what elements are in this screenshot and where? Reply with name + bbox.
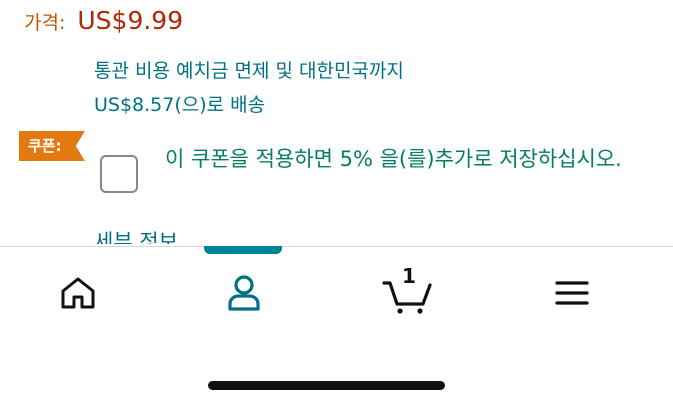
coupon-badge: 쿠폰:	[19, 131, 85, 161]
coupon-text[interactable]: 이 쿠폰을 적용하면 5% 을(를)추가로 저장하십시오.	[165, 141, 635, 177]
menu-icon	[555, 281, 589, 305]
price-value: US$9.99	[77, 6, 184, 35]
price-row: 가격: US$9.99	[24, 6, 183, 35]
tab-cart[interactable]: 1	[378, 264, 438, 318]
coupon-checkbox[interactable]	[100, 155, 138, 193]
tab-profile[interactable]	[214, 268, 274, 318]
active-tab-indicator	[204, 246, 282, 254]
home-indicator[interactable]	[208, 381, 445, 390]
user-icon	[228, 275, 260, 311]
details-link[interactable]: 세부 정보	[94, 226, 178, 244]
tab-menu[interactable]	[542, 268, 602, 318]
cart-count: 1	[402, 264, 416, 288]
price-label: 가격:	[24, 12, 66, 34]
shipping-cost-text[interactable]: US$8.57(으)로 배송	[94, 90, 265, 117]
home-icon	[61, 277, 95, 309]
tab-home[interactable]	[48, 268, 108, 318]
import-fee-text[interactable]: 통관 비용 예치금 면제 및 대한민국까지	[94, 56, 404, 83]
